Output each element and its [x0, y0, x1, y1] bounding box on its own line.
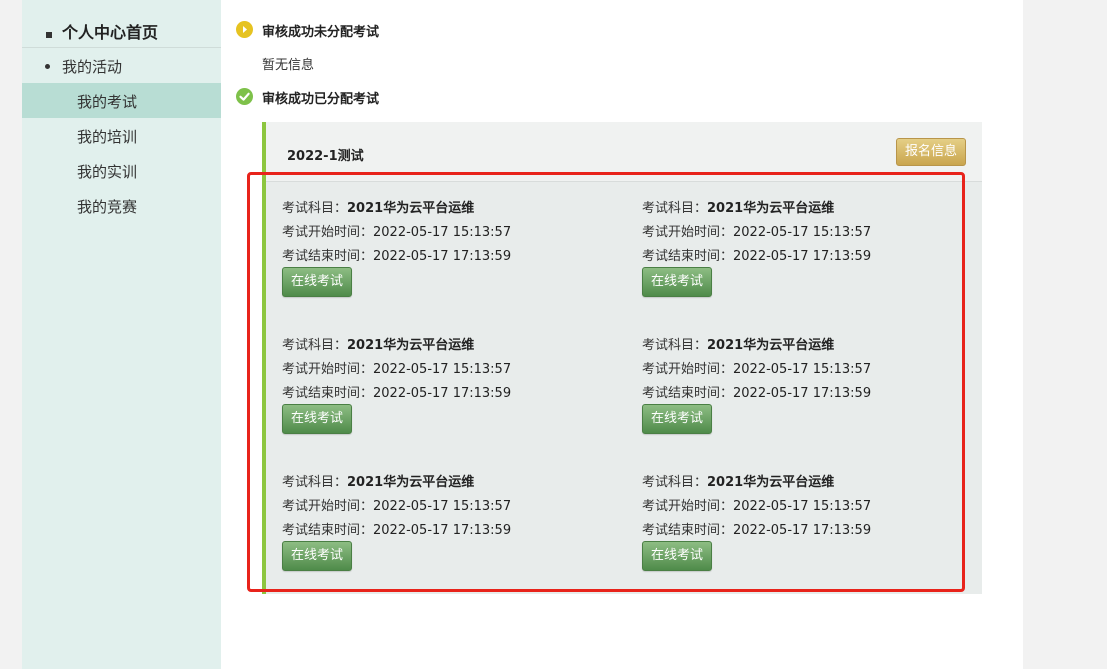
exam-start-time: 2022-05-17 15:13:57 [733, 225, 872, 240]
exam-subject: 2021华为云平台运维 [707, 338, 835, 353]
signup-info-button[interactable]: 报名信息 [896, 138, 966, 166]
sidebar-item-label: 我的竞赛 [77, 198, 138, 216]
sidebar-item-my-competitions[interactable]: 我的竞赛 [22, 188, 221, 223]
exam-start-time: 2022-05-17 15:13:57 [373, 362, 512, 377]
empty-message: 暂无信息 [262, 58, 315, 73]
exam-start-time: 2022-05-17 15:13:57 [733, 362, 872, 377]
subject-label: 考试科目： [642, 338, 708, 353]
end-time-label: 考试结束时间： [282, 523, 374, 538]
exam-end-time: 2022-05-17 17:13:59 [373, 249, 512, 264]
status-unassigned-title: 审核成功未分配考试 [262, 25, 380, 40]
exam-panel-title: 2022-1测试 [287, 149, 364, 164]
exam-card: 考试科目：2021华为云平台运维 考试开始时间：2022-05-17 15:13… [642, 471, 942, 591]
subject-label: 考试科目： [642, 475, 708, 490]
exam-panel-header: 2022-1测试 报名信息 [266, 122, 982, 182]
exam-subject: 2021华为云平台运维 [707, 201, 835, 216]
sidebar-item-label: 我的培训 [77, 128, 138, 146]
exam-card: 考试科目：2021华为云平台运维 考试开始时间：2022-05-17 15:13… [642, 334, 942, 454]
online-exam-button[interactable]: 在线考试 [642, 541, 712, 571]
subject-label: 考试科目： [282, 338, 348, 353]
exam-end-time: 2022-05-17 17:13:59 [733, 386, 872, 401]
sidebar-home-label: 个人中心首页 [62, 23, 159, 42]
sidebar-group-activities[interactable]: 我的活动 [22, 52, 221, 80]
exam-panel: 2022-1测试 报名信息 考试科目：2021华为云平台运维 考试开始时间：20… [262, 122, 982, 594]
subject-label: 考试科目： [282, 201, 348, 216]
subject-label: 考试科目： [642, 201, 708, 216]
exam-subject: 2021华为云平台运维 [347, 201, 475, 216]
exam-start-time: 2022-05-17 15:13:57 [733, 499, 872, 514]
exam-end-time: 2022-05-17 17:13:59 [733, 249, 872, 264]
online-exam-button[interactable]: 在线考试 [282, 541, 352, 571]
end-time-label: 考试结束时间： [282, 249, 374, 264]
play-arrow-icon [236, 21, 253, 38]
start-time-label: 考试开始时间： [642, 225, 734, 240]
exam-subject: 2021华为云平台运维 [347, 338, 475, 353]
exam-subject: 2021华为云平台运维 [707, 475, 835, 490]
exam-card: 考试科目：2021华为云平台运维 考试开始时间：2022-05-17 15:13… [282, 471, 582, 591]
sidebar-home[interactable]: 个人中心首页 [22, 12, 221, 48]
status-assigned-title: 审核成功已分配考试 [262, 92, 380, 107]
subject-label: 考试科目： [282, 475, 348, 490]
square-bullet-icon [46, 32, 52, 38]
check-icon [236, 88, 253, 105]
exam-card: 考试科目：2021华为云平台运维 考试开始时间：2022-05-17 15:13… [282, 197, 582, 317]
sidebar-item-my-practice[interactable]: 我的实训 [22, 153, 221, 188]
sidebar-group-label: 我的活动 [62, 58, 123, 76]
sidebar-item-my-exams[interactable]: 我的考试 [22, 83, 221, 118]
exam-end-time: 2022-05-17 17:13:59 [373, 523, 512, 538]
online-exam-button[interactable]: 在线考试 [642, 267, 712, 297]
online-exam-button[interactable]: 在线考试 [642, 404, 712, 434]
sidebar-item-my-training[interactable]: 我的培训 [22, 118, 221, 153]
end-time-label: 考试结束时间： [642, 249, 734, 264]
online-exam-button[interactable]: 在线考试 [282, 267, 352, 297]
sidebar-item-label: 我的实训 [77, 163, 138, 181]
sidebar: 个人中心首页 我的活动 我的考试 我的培训 我的实训 我的竞赛 [22, 0, 221, 669]
online-exam-button[interactable]: 在线考试 [282, 404, 352, 434]
start-time-label: 考试开始时间： [642, 362, 734, 377]
start-time-label: 考试开始时间： [282, 225, 374, 240]
start-time-label: 考试开始时间： [642, 499, 734, 514]
exam-start-time: 2022-05-17 15:13:57 [373, 225, 512, 240]
exam-subject: 2021华为云平台运维 [347, 475, 475, 490]
end-time-label: 考试结束时间： [642, 386, 734, 401]
start-time-label: 考试开始时间： [282, 499, 374, 514]
exam-start-time: 2022-05-17 15:13:57 [373, 499, 512, 514]
end-time-label: 考试结束时间： [282, 386, 374, 401]
sidebar-item-label: 我的考试 [77, 93, 138, 111]
exam-end-time: 2022-05-17 17:13:59 [733, 523, 872, 538]
exam-end-time: 2022-05-17 17:13:59 [373, 386, 512, 401]
exam-card: 考试科目：2021华为云平台运维 考试开始时间：2022-05-17 15:13… [282, 334, 582, 454]
end-time-label: 考试结束时间： [642, 523, 734, 538]
exam-card: 考试科目：2021华为云平台运维 考试开始时间：2022-05-17 15:13… [642, 197, 942, 317]
start-time-label: 考试开始时间： [282, 362, 374, 377]
dot-bullet-icon [45, 64, 50, 69]
